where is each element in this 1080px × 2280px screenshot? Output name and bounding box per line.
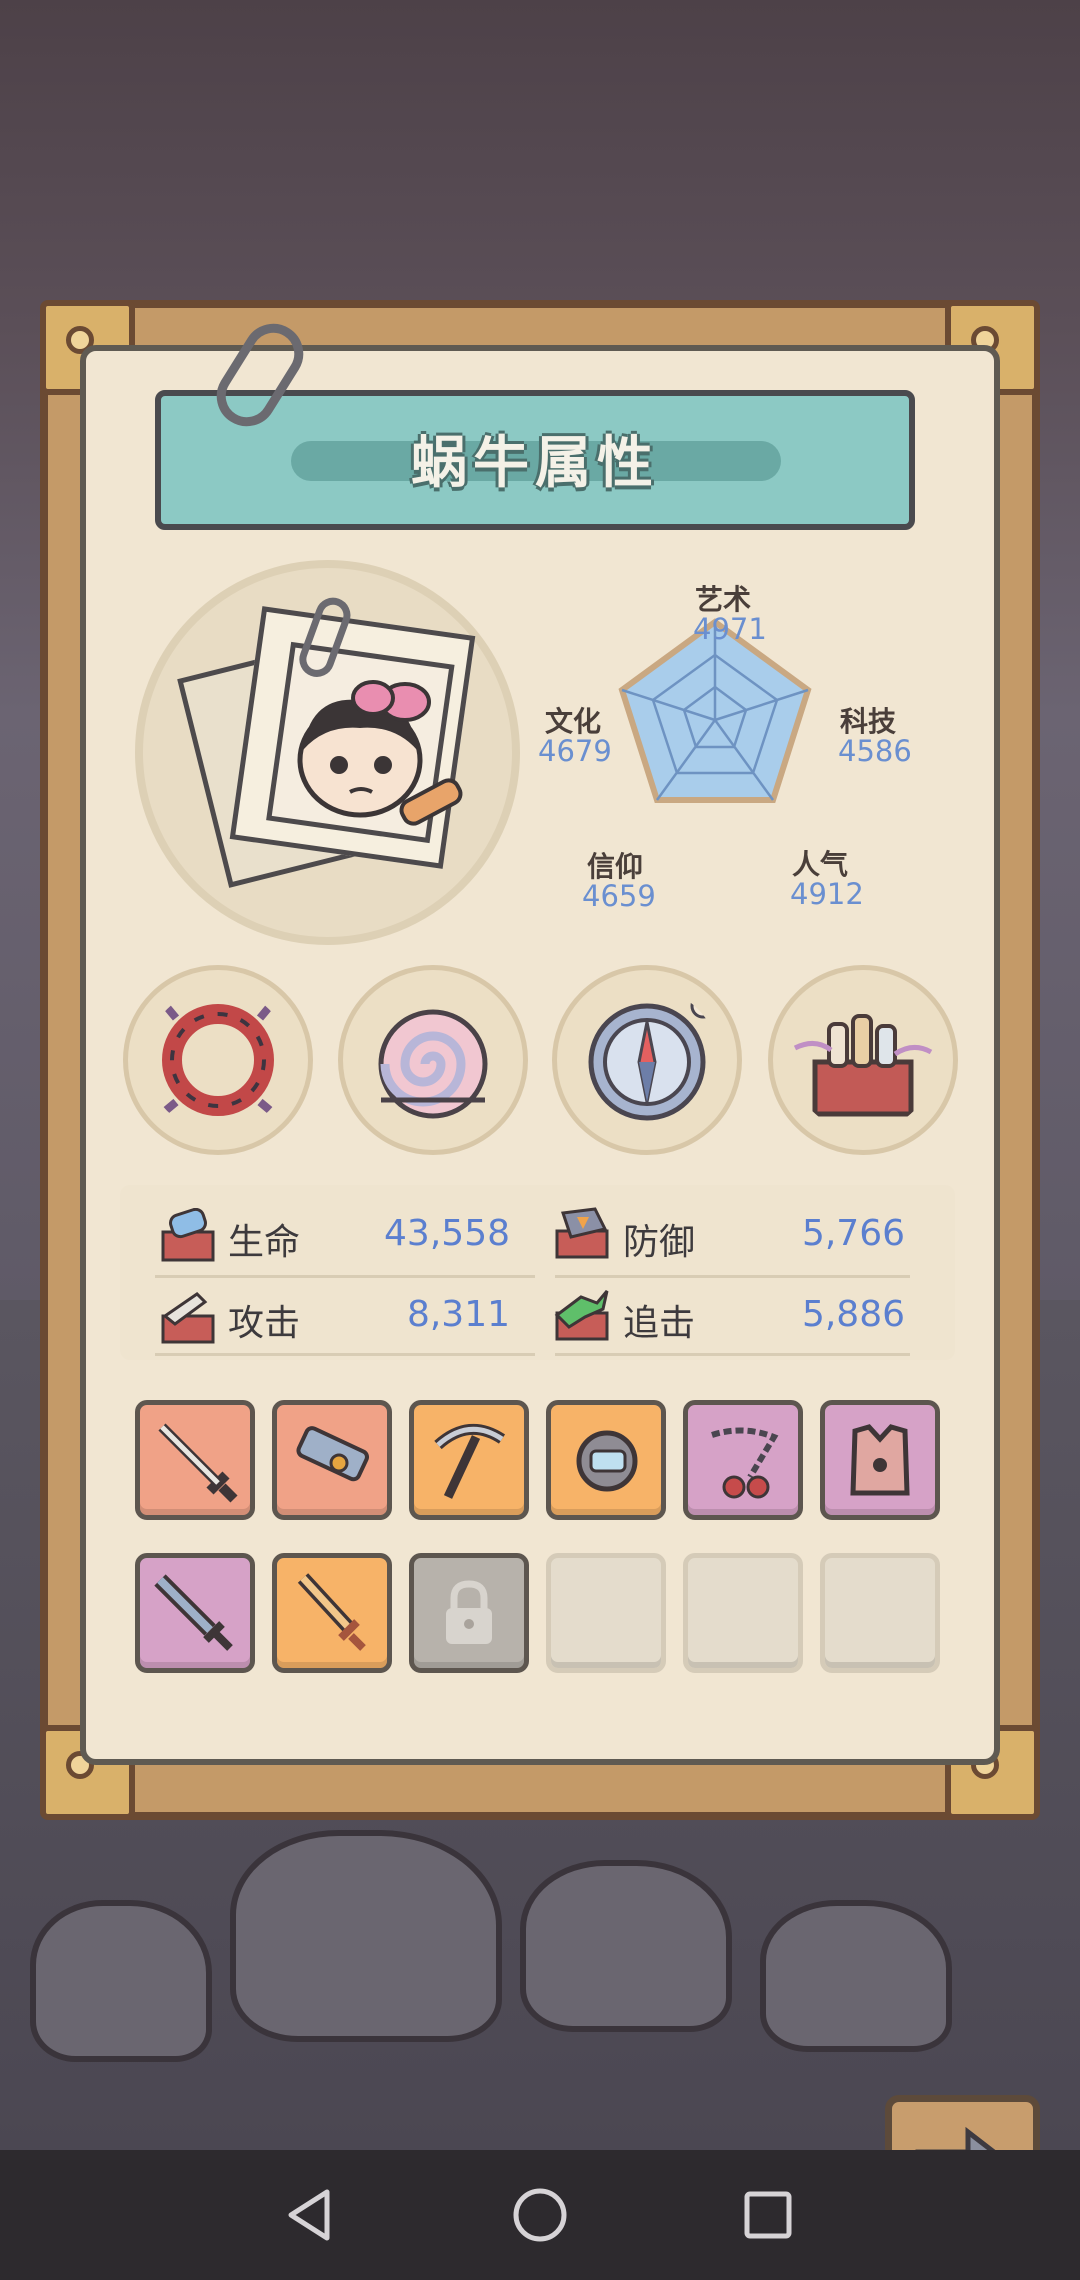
radar-value-art: 4971 xyxy=(693,612,767,646)
recents-icon[interactable] xyxy=(733,2180,803,2250)
health-icon xyxy=(161,1208,215,1262)
stat-value-pursuit: 5,886 xyxy=(801,1294,905,1335)
equip-slot-7[interactable] xyxy=(135,1553,255,1673)
background-rock xyxy=(30,1900,212,2062)
stat-label-attack: 攻击 xyxy=(228,1303,301,1344)
relic-slot-thorns[interactable] xyxy=(123,965,313,1155)
blaster-icon xyxy=(296,1426,369,1482)
equip-slot-8[interactable] xyxy=(272,1553,392,1673)
lock-icon xyxy=(446,1580,492,1644)
chain-flail-icon xyxy=(711,1427,779,1499)
stat-value-attack: 8,311 xyxy=(406,1294,510,1335)
radar-value-popularity: 4912 xyxy=(790,877,864,911)
attack-icon xyxy=(161,1292,215,1344)
stat-label-pursuit: 追击 xyxy=(623,1303,696,1344)
armor-vest-icon xyxy=(850,1424,910,1496)
compass-icon xyxy=(588,993,716,1121)
equip-slot-empty[interactable] xyxy=(820,1553,940,1673)
defense-icon xyxy=(555,1207,609,1259)
equip-slot-empty[interactable] xyxy=(683,1553,803,1673)
equip-slot-5[interactable] xyxy=(683,1400,803,1520)
stat-label-health: 生命 xyxy=(228,1222,301,1263)
radar-value-culture: 4679 xyxy=(538,734,612,768)
radar-value-faith: 4659 xyxy=(582,879,656,913)
snail-girl-portrait-icon xyxy=(266,641,463,844)
gauntlet-icon xyxy=(576,1430,638,1492)
radar-value-tech: 4586 xyxy=(838,734,912,768)
stat-label-defense: 防御 xyxy=(623,1222,696,1263)
relic-slot-bottles[interactable] xyxy=(768,965,958,1155)
short-sword-icon xyxy=(297,1573,366,1651)
dagger-icon xyxy=(154,1574,233,1651)
sword-icon xyxy=(158,1423,238,1503)
bottles-crate-icon xyxy=(793,1014,933,1117)
background-rock xyxy=(520,1860,732,2032)
equip-slot-locked[interactable] xyxy=(409,1553,529,1673)
equip-slot-4[interactable] xyxy=(546,1400,666,1520)
thorn-relic-icon xyxy=(161,1003,275,1116)
equip-slot-2[interactable] xyxy=(272,1400,392,1520)
relic-slot-shell[interactable] xyxy=(338,965,528,1155)
stat-value-defense: 5,766 xyxy=(801,1213,905,1254)
home-icon[interactable] xyxy=(505,2180,575,2250)
pursuit-icon xyxy=(554,1290,609,1341)
background-rock xyxy=(760,1900,952,2052)
snail-shell-icon xyxy=(378,1009,488,1119)
stat-value-health: 43,558 xyxy=(384,1213,510,1254)
pickaxe-icon xyxy=(434,1423,506,1499)
equip-slot-3[interactable] xyxy=(409,1400,529,1520)
paperclip-icon xyxy=(299,597,351,677)
relic-slot-compass[interactable] xyxy=(552,965,742,1155)
equip-slot-1[interactable] xyxy=(135,1400,255,1520)
page-title: 蜗牛属性 xyxy=(411,431,659,496)
radar-chart: 艺术 4971 科技 4586 人气 4912 信仰 4659 文化 4679 xyxy=(520,560,970,940)
background-rock xyxy=(230,1830,502,2042)
back-icon[interactable] xyxy=(275,2180,345,2250)
equip-slot-6[interactable] xyxy=(820,1400,940,1520)
equip-slot-empty[interactable] xyxy=(546,1553,666,1673)
